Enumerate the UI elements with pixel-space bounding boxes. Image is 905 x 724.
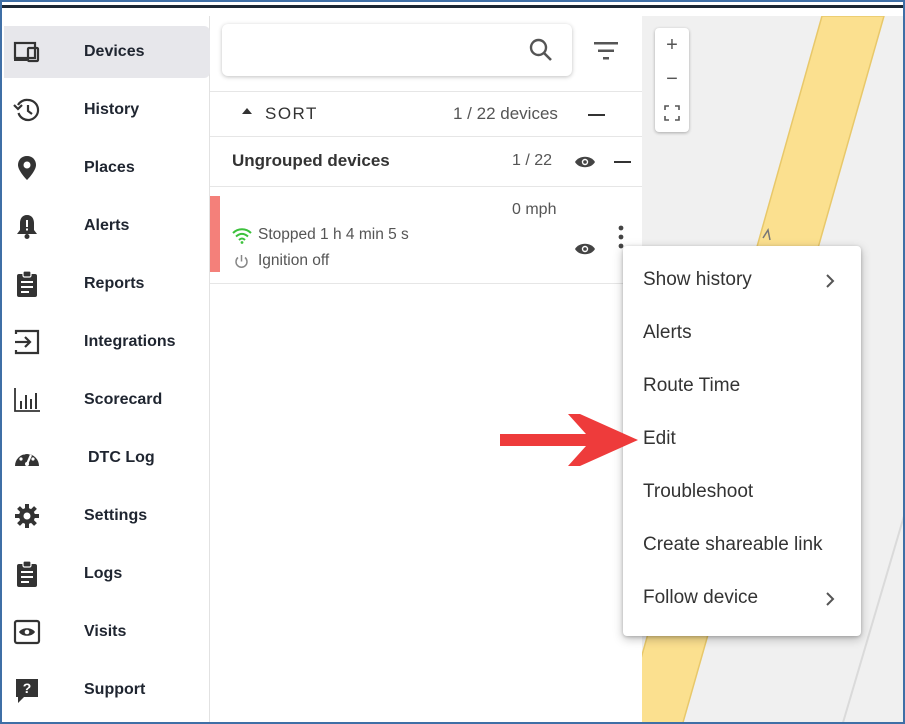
menu-item-troubleshoot[interactable]: Troubleshoot [623, 468, 861, 518]
sidebar-item-label: Places [84, 159, 135, 176]
chevron-right-icon [826, 592, 835, 606]
gauge-icon [10, 441, 44, 475]
sidebar-item-reports[interactable]: Reports [4, 258, 210, 310]
bar-chart-icon [10, 383, 44, 417]
sidebar-item-integrations[interactable]: Integrations [4, 316, 210, 368]
device-count: 1 / 22 devices [453, 104, 558, 123]
status-bar [210, 196, 220, 272]
menu-item-show-history[interactable]: Show history [623, 256, 861, 306]
app-frame: Devices History Places Alerts Reports In… [0, 0, 905, 724]
sidebar-item-label: History [84, 101, 140, 118]
ignition-status: Ignition off [258, 252, 330, 269]
alert-bell-icon [10, 209, 44, 243]
login-icon [10, 325, 44, 359]
menu-item-label: Create shareable link [643, 534, 823, 555]
sidebar-item-places[interactable]: Places [4, 142, 210, 194]
sidebar-item-scorecard[interactable]: Scorecard [4, 374, 210, 426]
menu-item-alerts[interactable]: Alerts [623, 309, 861, 359]
group-title: Ungrouped devices [232, 151, 390, 170]
sort-label: SORT [265, 104, 318, 123]
devices-icon [10, 35, 44, 69]
gear-icon [10, 499, 44, 533]
place-pin-icon [10, 151, 44, 185]
sort-arrow-icon [242, 108, 252, 114]
chevron-right-icon [826, 274, 835, 288]
sidebar-item-label: Devices [84, 43, 145, 60]
help-icon: ? [10, 673, 44, 707]
sidebar: Devices History Places Alerts Reports In… [4, 16, 210, 722]
menu-item-label: Route Time [643, 375, 741, 396]
collapse-icon[interactable] [588, 114, 605, 116]
device-panel: SORT 1 / 22 devices Ungrouped devices 1 … [210, 16, 642, 722]
sidebar-item-devices[interactable]: Devices [4, 26, 210, 78]
power-icon [235, 255, 248, 268]
eye-icon[interactable] [574, 242, 596, 256]
search-input[interactable] [236, 36, 506, 64]
group-count: 1 / 22 [512, 152, 553, 169]
eye-box-icon [10, 615, 44, 649]
sidebar-item-label: DTC Log [88, 449, 155, 466]
collapse-icon[interactable] [614, 161, 631, 163]
menu-item-route-time[interactable]: Route Time [623, 362, 861, 412]
sidebar-item-label: Settings [84, 507, 148, 524]
menu-item-create-shareable-link[interactable]: Create shareable link [623, 521, 861, 571]
sidebar-item-dtc-log[interactable]: DTC Log [4, 432, 210, 484]
device-context-menu: Show history Alerts Route Time Edit Trou… [623, 246, 861, 636]
speed-value: 0 mph [512, 201, 557, 218]
top-border [2, 2, 903, 8]
group-header[interactable]: Ungrouped devices 1 / 22 [210, 137, 642, 187]
sidebar-item-support[interactable]: ? Support [4, 664, 210, 716]
sort-row[interactable]: SORT 1 / 22 devices [210, 91, 642, 137]
menu-item-edit[interactable]: Edit [623, 415, 861, 465]
annotation-arrow-icon [500, 414, 638, 466]
zoom-in-button[interactable]: + [655, 28, 689, 62]
sidebar-item-label: Scorecard [84, 391, 163, 408]
sidebar-item-label: Logs [84, 565, 123, 582]
svg-text:?: ? [23, 680, 32, 696]
clipboard-icon [10, 557, 44, 591]
sidebar-item-alerts[interactable]: Alerts [4, 200, 210, 252]
menu-item-label: Troubleshoot [643, 481, 754, 502]
zoom-out-button[interactable]: − [655, 62, 689, 96]
clipboard-icon [10, 267, 44, 301]
signal-icon [232, 228, 252, 244]
device-card[interactable]: 0 mph Stopped 1 h 4 min 5 s Ignition off [210, 188, 642, 284]
sidebar-item-label: Alerts [84, 217, 130, 234]
sidebar-item-label: Visits [84, 623, 127, 640]
sidebar-item-history[interactable]: History [4, 84, 210, 136]
menu-item-label: Show history [643, 269, 752, 290]
menu-item-label: Follow device [643, 587, 759, 608]
history-icon [10, 93, 44, 127]
fullscreen-button[interactable] [655, 96, 689, 130]
search-box[interactable] [222, 24, 572, 76]
zoom-controls: + − [655, 28, 689, 132]
sidebar-item-label: Integrations [84, 333, 176, 350]
sidebar-item-settings[interactable]: Settings [4, 490, 210, 542]
sidebar-item-visits[interactable]: Visits [4, 606, 210, 658]
filter-icon[interactable] [592, 40, 620, 62]
sidebar-item-label: Support [84, 681, 146, 698]
fullscreen-icon [664, 105, 680, 121]
sidebar-item-label: Reports [84, 275, 145, 292]
menu-item-follow-device[interactable]: Follow device [623, 574, 861, 624]
menu-item-label: Edit [643, 428, 676, 449]
more-vert-icon[interactable] [618, 225, 624, 249]
menu-item-label: Alerts [643, 322, 692, 343]
search-icon[interactable] [528, 37, 554, 63]
sidebar-item-logs[interactable]: Logs [4, 548, 210, 600]
eye-icon[interactable] [574, 155, 596, 169]
device-status: Stopped 1 h 4 min 5 s [258, 226, 409, 243]
